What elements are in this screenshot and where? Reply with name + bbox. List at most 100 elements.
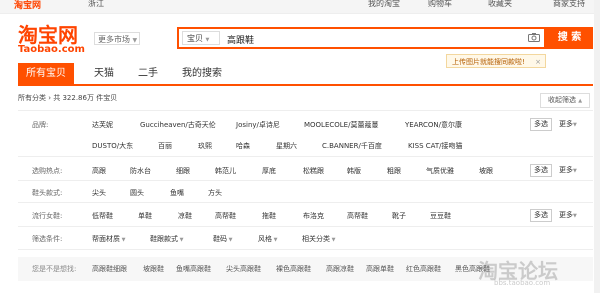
- toe-label: 鞋头款式:: [32, 189, 63, 197]
- related-link[interactable]: 高跟凉鞋: [326, 264, 354, 274]
- brand-option[interactable]: C.BANNER/千百度: [322, 141, 382, 151]
- hot-option[interactable]: 气质优雅: [426, 166, 454, 176]
- brand-option[interactable]: 达芙妮: [92, 120, 113, 130]
- chevron-down-icon: ▼: [330, 237, 336, 243]
- related-label: 您是不是想找:: [32, 265, 77, 273]
- related-link[interactable]: 高跟单鞋: [366, 264, 394, 274]
- brand-option[interactable]: 玖熙: [198, 141, 212, 151]
- chevron-down-icon: ▼: [132, 37, 138, 44]
- popular-option[interactable]: 豆豆鞋: [430, 211, 451, 221]
- related-link[interactable]: 红色高跟鞋: [406, 264, 441, 274]
- location-selector[interactable]: 浙江: [88, 0, 104, 9]
- popular-option[interactable]: 靴子: [392, 211, 406, 221]
- tooltip-text: 上传图片就能搜同款啦!: [452, 58, 525, 66]
- chevron-down-icon: ▼: [573, 168, 577, 174]
- filter-dropdown[interactable]: 鞋码 ▼: [213, 234, 232, 244]
- brand-option[interactable]: Josiny/卓诗尼: [236, 120, 280, 130]
- hot-option[interactable]: 韩版: [347, 166, 361, 176]
- toe-option[interactable]: 圆头: [130, 188, 144, 198]
- hot-multi-select-button[interactable]: 多选: [530, 164, 552, 177]
- popular-more-link[interactable]: 更多▼: [559, 210, 577, 220]
- tab-my-search[interactable]: 我的搜索: [176, 63, 228, 84]
- related-link[interactable]: 坡跟鞋: [143, 264, 164, 274]
- hot-option[interactable]: 厚底: [262, 166, 276, 176]
- search-input[interactable]: [225, 29, 489, 49]
- related-link[interactable]: 高跟鞋细跟: [92, 264, 127, 274]
- hot-option[interactable]: 松糕跟: [303, 166, 324, 176]
- related-link[interactable]: 鱼嘴高跟鞋: [176, 264, 211, 274]
- brand-option[interactable]: 百丽: [158, 141, 172, 151]
- popular-option[interactable]: 布洛克: [303, 211, 324, 221]
- scrollbar[interactable]: [594, 0, 600, 293]
- popular-option[interactable]: 高帮鞋: [215, 211, 236, 221]
- toe-option[interactable]: 尖头: [92, 188, 106, 198]
- brand-option[interactable]: DUSTO/大东: [92, 141, 133, 151]
- chevron-down-icon: ▼: [573, 213, 577, 219]
- filter-dropdown[interactable]: 风格 ▼: [258, 234, 277, 244]
- popular-option[interactable]: 拖鞋: [262, 211, 276, 221]
- tab-second-hand[interactable]: 二手: [130, 63, 166, 84]
- hot-more-label: 更多: [559, 166, 573, 174]
- favorites-link[interactable]: 收藏夹: [488, 0, 512, 9]
- chevron-up-icon: ▲: [578, 98, 583, 104]
- taobao-logo-sub[interactable]: Taobao.com: [18, 44, 85, 55]
- chevron-down-icon: ▼: [120, 237, 126, 243]
- chevron-down-icon: ▼: [227, 237, 233, 243]
- hot-more-link[interactable]: 更多▼: [559, 165, 577, 175]
- collapse-filter-button[interactable]: 收起筛选 ▲: [540, 93, 590, 108]
- filter-dropdown[interactable]: 相关分类 ▼: [302, 234, 335, 244]
- brand-more-label: 更多: [559, 120, 573, 128]
- my-taobao-link[interactable]: 我的淘宝: [368, 0, 400, 9]
- close-icon[interactable]: ×: [535, 55, 541, 69]
- popular-option[interactable]: 低帮鞋: [92, 211, 113, 221]
- toe-option[interactable]: 鱼嘴: [170, 188, 184, 198]
- filter-dropdown[interactable]: 鞋跟款式 ▼: [150, 234, 183, 244]
- divider: [18, 180, 593, 181]
- image-search-tooltip: 上传图片就能搜同款啦! ×: [446, 54, 546, 68]
- collapse-filter-label: 收起筛选: [547, 96, 576, 104]
- tab-all-items[interactable]: 所有宝贝: [18, 63, 74, 84]
- brand-option[interactable]: Gucciheaven/古奇天伦: [140, 120, 216, 130]
- toe-option[interactable]: 方头: [208, 188, 222, 198]
- brand-option[interactable]: MOOLECOLE/莫蕾蔻蔓: [304, 120, 378, 130]
- brand-multi-select-button[interactable]: 多选: [530, 118, 552, 131]
- filter-dropdown-label: 鞋码: [213, 235, 227, 243]
- brand-more-link[interactable]: 更多▼: [559, 119, 577, 129]
- popular-option[interactable]: 单鞋: [138, 211, 152, 221]
- camera-icon[interactable]: [528, 33, 540, 42]
- brand-option[interactable]: KISS CAT/接吻猫: [408, 141, 463, 151]
- popular-label: 流行女鞋:: [32, 212, 63, 220]
- popular-option[interactable]: 高帮鞋: [347, 211, 368, 221]
- hot-option[interactable]: 细跟: [176, 166, 190, 176]
- popular-multi-select-button[interactable]: 多选: [530, 209, 552, 222]
- tabs-underline: [18, 84, 593, 86]
- tab-tmall[interactable]: 天猫: [84, 63, 124, 84]
- hot-option[interactable]: 坡跟: [479, 166, 493, 176]
- related-link[interactable]: 尖头高跟鞋: [226, 264, 261, 274]
- more-market-dropdown[interactable]: 更多市场 ▼: [94, 32, 140, 45]
- hot-option[interactable]: 韩范儿: [215, 166, 236, 176]
- chevron-down-icon: ▼: [205, 37, 210, 43]
- search-button[interactable]: 搜 索: [546, 27, 593, 49]
- hot-label: 选购热点:: [32, 167, 63, 175]
- divider: [18, 110, 593, 111]
- breadcrumb: 所有分类 › 共 322.86万 件宝贝: [18, 94, 118, 102]
- hot-option[interactable]: 高跟: [92, 166, 106, 176]
- popular-option[interactable]: 凉鞋: [178, 211, 192, 221]
- hot-option[interactable]: 粗跟: [387, 166, 401, 176]
- filter-dropdown[interactable]: 帮面材质 ▼: [92, 234, 125, 244]
- hot-option[interactable]: 防水台: [130, 166, 151, 176]
- filter-dropdown-label: 帮面材质: [92, 235, 120, 243]
- brand-option[interactable]: YEARCON/意尔康: [405, 120, 462, 130]
- seller-support-link[interactable]: 商家支持: [553, 0, 585, 9]
- chevron-down-icon: ▼: [178, 237, 184, 243]
- cart-link[interactable]: 购物车: [428, 0, 452, 9]
- search-category-select[interactable]: 宝贝 ▼: [182, 31, 220, 45]
- top-brand-link[interactable]: 淘宝网: [14, 0, 41, 11]
- brand-option[interactable]: 星期六: [276, 141, 297, 151]
- chevron-down-icon: ▼: [272, 237, 278, 243]
- related-link[interactable]: 裸色高跟鞋: [276, 264, 311, 274]
- brand-label: 品牌:: [32, 121, 49, 129]
- taobao-logo[interactable]: 淘宝网: [18, 25, 78, 45]
- brand-option[interactable]: 哈森: [236, 141, 250, 151]
